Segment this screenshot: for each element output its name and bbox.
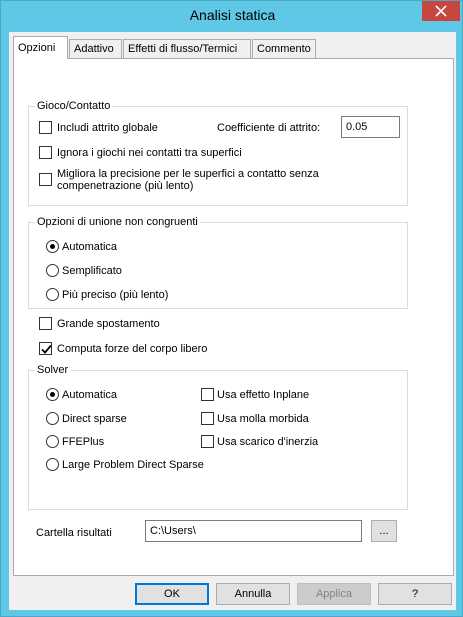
ignora-giochi-label: Ignora i giochi nei contatti tra superfi…: [57, 147, 242, 159]
tab-effetti-di-flusso-termici[interactable]: Effetti di flusso/Termici: [123, 39, 251, 58]
grande-spostamento-label: Grande spostamento: [57, 318, 160, 330]
unione-group: Opzioni di unione non congruenti Automat…: [28, 215, 408, 309]
unione-legend: Opzioni di unione non congruenti: [35, 215, 200, 229]
migliora-precisione-label-line2: compenetrazione (più lento): [57, 180, 194, 192]
tab-label: Effetti di flusso/Termici: [128, 43, 238, 55]
tab-adattivo[interactable]: Adattivo: [69, 39, 122, 58]
cartella-risultati-input[interactable]: C:\Users\: [145, 520, 362, 542]
tab-panel-opzioni: Gioco/Contatto Includi attrito globale C…: [13, 58, 454, 576]
solver-direct-sparse-radio[interactable]: [46, 412, 59, 425]
unione-piu-preciso-radio[interactable]: [46, 288, 59, 301]
computa-forze-checkbox[interactable]: [39, 342, 52, 355]
radio-selected-dot: [50, 392, 55, 397]
includi-attrito-checkbox[interactable]: [39, 121, 52, 134]
migliora-precisione-checkbox[interactable]: [39, 173, 52, 186]
dialog-client-area: Opzioni Adattivo Effetti di flusso/Termi…: [9, 32, 456, 610]
unione-automatica-label: Automatica: [62, 241, 118, 253]
unione-semplificato-label: Semplificato: [62, 265, 122, 277]
includi-attrito-label: Includi attrito globale: [57, 122, 158, 134]
solver-ffeplus-label: FFEPlus: [62, 436, 105, 448]
help-button[interactable]: ?: [378, 583, 452, 605]
close-button[interactable]: [422, 1, 460, 21]
solver-large-problem-radio[interactable]: [46, 458, 59, 471]
gioco-contatto-group: Gioco/Contatto Includi attrito globale C…: [28, 99, 408, 206]
unione-automatica-radio[interactable]: [46, 240, 59, 253]
ignora-giochi-checkbox[interactable]: [39, 146, 52, 159]
computa-forze-label: Computa forze del corpo libero: [57, 343, 208, 355]
solver-automatica-label: Automatica: [62, 389, 118, 401]
solver-automatica-radio[interactable]: [46, 388, 59, 401]
coefficiente-attrito-label: Coefficiente di attrito:: [217, 122, 321, 134]
tab-label: Adattivo: [74, 43, 114, 55]
grande-spostamento-checkbox[interactable]: [39, 317, 52, 330]
usa-effetto-inplane-checkbox[interactable]: [201, 388, 214, 401]
unione-semplificato-radio[interactable]: [46, 264, 59, 277]
tab-label: Commento: [257, 43, 311, 55]
solver-legend: Solver: [35, 363, 71, 377]
ok-button[interactable]: OK: [135, 583, 209, 605]
cartella-risultati-label: Cartella risultati: [36, 527, 112, 539]
annulla-button[interactable]: Annulla: [216, 583, 290, 605]
applica-button[interactable]: Applica: [297, 583, 371, 605]
usa-molla-morbida-label: Usa molla morbida: [217, 413, 309, 425]
radio-selected-dot: [50, 244, 55, 249]
solver-ffeplus-radio[interactable]: [46, 435, 59, 448]
title-bar[interactable]: Analisi statica: [1, 1, 463, 31]
browse-button[interactable]: ...: [371, 520, 397, 542]
coefficiente-attrito-input[interactable]: 0.05: [341, 116, 400, 138]
window-title: Analisi statica: [189, 7, 276, 23]
usa-molla-morbida-checkbox[interactable]: [201, 412, 214, 425]
solver-large-problem-label: Large Problem Direct Sparse: [62, 459, 204, 471]
usa-effetto-inplane-label: Usa effetto Inplane: [217, 389, 310, 401]
solver-direct-sparse-label: Direct sparse: [62, 413, 127, 425]
tab-label: Opzioni: [18, 42, 56, 54]
solver-group: Solver Automatica Direct sparse FFEPlus …: [28, 363, 408, 510]
tab-opzioni[interactable]: Opzioni: [13, 36, 68, 59]
close-icon: [435, 5, 447, 17]
tab-commento[interactable]: Commento: [252, 39, 316, 58]
usa-scarico-inerzia-label: Usa scarico d'inerzia: [217, 436, 319, 448]
unione-piu-preciso-label: Più preciso (più lento): [62, 289, 169, 301]
usa-scarico-inerzia-checkbox[interactable]: [201, 435, 214, 448]
dialog-window: Analisi statica Opzioni Adattivo Effetti…: [0, 0, 463, 617]
checkmark-icon: [41, 344, 52, 354]
gioco-contatto-legend: Gioco/Contatto: [35, 99, 113, 113]
